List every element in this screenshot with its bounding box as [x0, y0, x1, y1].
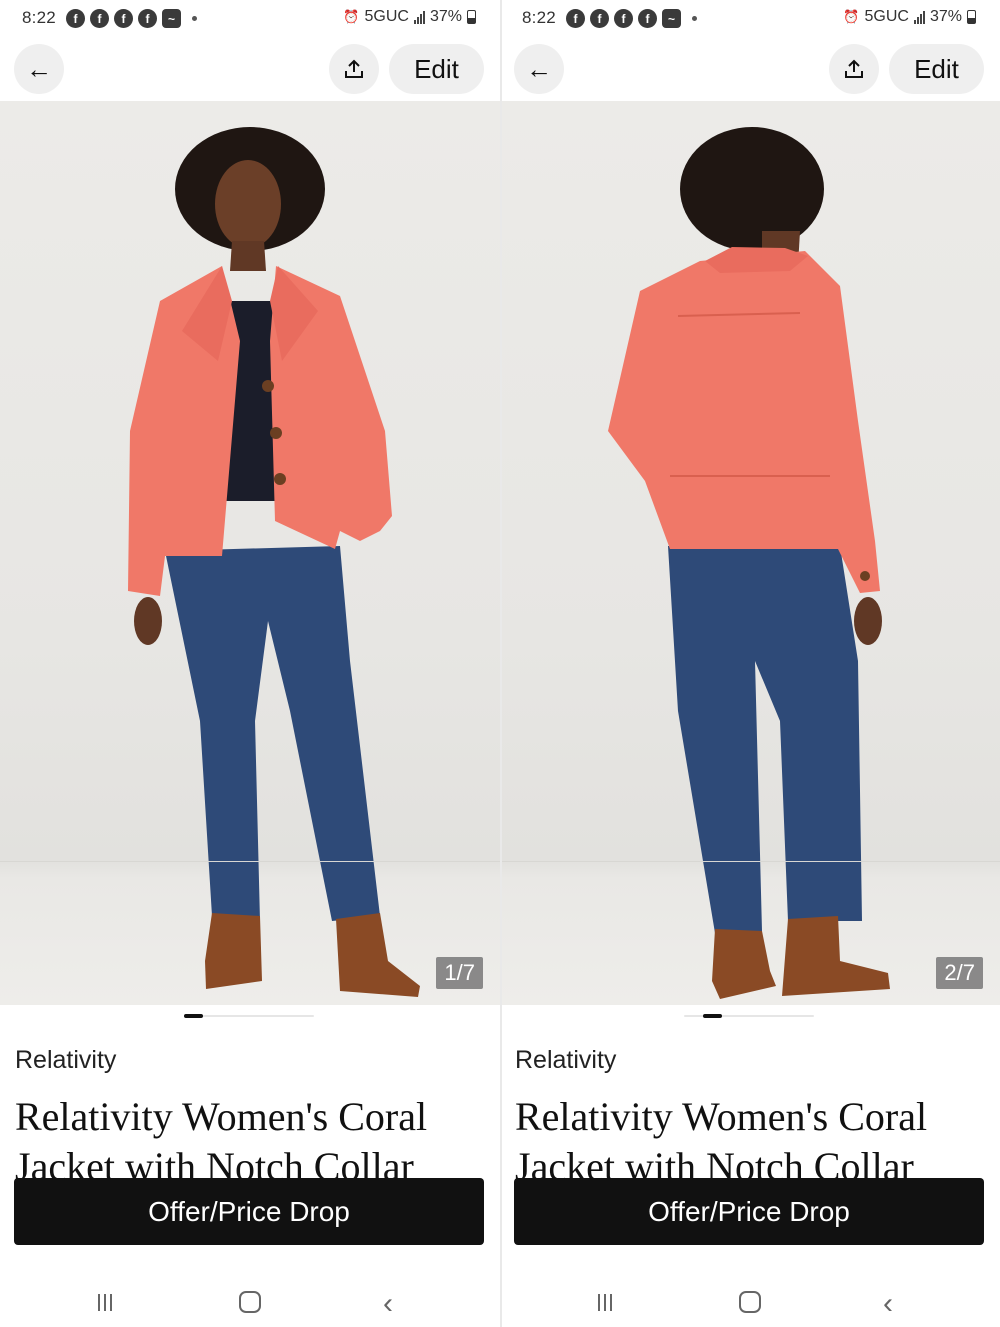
jeans — [165, 546, 380, 921]
brand-label[interactable]: Relativity — [515, 1046, 616, 1075]
boot-right — [336, 913, 420, 997]
brand-label[interactable]: Relativity — [15, 1046, 116, 1075]
facebook-icon: f — [614, 9, 633, 28]
facebook-icon: f — [114, 9, 133, 28]
jacket-button — [262, 380, 274, 392]
network-label: 5GUC — [864, 8, 909, 25]
page-indicator — [184, 1014, 314, 1018]
notification-icons: f f f f ~ — [566, 9, 697, 28]
status-bar: 8:22 f f f f ~ ⏰ 5GUC 37% — [0, 0, 500, 36]
jacket-back — [608, 251, 880, 593]
boot-right — [782, 916, 890, 996]
facebook-icon: f — [138, 9, 157, 28]
status-time: 8:22 — [22, 8, 56, 27]
cuff-button — [860, 571, 870, 581]
signal-icon — [413, 10, 425, 24]
product-photo[interactable]: 2/7 — [500, 101, 1000, 1005]
neck — [230, 241, 266, 271]
edit-button[interactable]: Edit — [889, 44, 984, 94]
facebook-icon: f — [566, 9, 585, 28]
boot-left — [712, 929, 776, 999]
facebook-icon: f — [590, 9, 609, 28]
hand-right — [854, 597, 882, 645]
status-time: 8:22 — [522, 8, 556, 27]
model-back-illustration — [608, 127, 890, 999]
nav-back-button[interactable]: ‹ — [883, 1287, 893, 1321]
alarm-icon: ⏰ — [343, 9, 360, 24]
app-notification-icon: ~ — [662, 9, 681, 28]
share-button[interactable] — [829, 44, 879, 94]
edit-button[interactable]: Edit — [389, 44, 484, 94]
battery-percent: 37% — [929, 8, 962, 25]
status-right: ⏰ 5GUC 37% — [843, 8, 976, 26]
offer-price-drop-button[interactable]: Offer/Price Drop — [14, 1178, 484, 1245]
product-photo[interactable]: 1/7 — [0, 101, 500, 1005]
page-indicator-track — [184, 1015, 314, 1017]
floor-line — [500, 861, 1000, 862]
android-nav-bar: ‹ — [500, 1270, 1000, 1327]
model-front-illustration — [128, 127, 420, 997]
nav-back-button[interactable]: ‹ — [383, 1287, 393, 1321]
app-notification-icon: ~ — [162, 9, 181, 28]
page-indicator — [684, 1014, 814, 1018]
facebook-icon: f — [90, 9, 109, 28]
share-upload-icon — [345, 59, 363, 78]
share-button[interactable] — [329, 44, 379, 94]
more-notifications-dot — [692, 16, 697, 21]
product-title: Relativity Women's Coral Jacket with Not… — [15, 1094, 428, 1180]
jacket-button — [274, 473, 286, 485]
hair — [680, 127, 824, 251]
share-upload-icon — [845, 59, 863, 78]
jacket-button — [270, 427, 282, 439]
image-counter: 2/7 — [936, 957, 983, 989]
battery-icon — [467, 10, 476, 24]
image-counter: 1/7 — [436, 957, 483, 989]
floor-line — [0, 861, 500, 862]
battery-percent: 37% — [429, 8, 462, 25]
facebook-icon: f — [638, 9, 657, 28]
notification-icons: f f f f ~ — [66, 9, 197, 28]
back-button[interactable]: ← — [14, 44, 64, 94]
back-button[interactable]: ← — [514, 44, 564, 94]
signal-icon — [913, 10, 925, 24]
alarm-icon: ⏰ — [843, 9, 860, 24]
more-notifications-dot — [192, 16, 197, 21]
facebook-icon: f — [66, 9, 85, 28]
offer-price-drop-button[interactable]: Offer/Price Drop — [514, 1178, 984, 1245]
android-nav-bar: ‹ — [0, 1270, 500, 1327]
battery-icon — [967, 10, 976, 24]
product-title: Relativity Women's Coral Jacket with Not… — [515, 1094, 928, 1180]
hand-left — [134, 597, 162, 645]
arrow-left-icon: ← — [526, 53, 552, 84]
product-screen-back: 8:22 f f f f ~ ⏰ 5GUC 37% ← Edit 2/7 Rel… — [500, 0, 1000, 1327]
status-right: ⏰ 5GUC 37% — [343, 8, 476, 26]
product-screen-front: 8:22 f f f f ~ ⏰ 5GUC 37% ← Edit 1/7 Rel… — [0, 0, 500, 1327]
home-button[interactable] — [239, 1291, 261, 1313]
face — [215, 160, 281, 248]
jeans — [668, 546, 862, 933]
page-indicator-thumb — [184, 1014, 203, 1018]
network-label: 5GUC — [364, 8, 409, 25]
page-indicator-thumb — [702, 1014, 722, 1018]
status-bar: 8:22 f f f f ~ ⏰ 5GUC 37% — [500, 0, 1000, 36]
boot-left — [205, 913, 262, 989]
home-button[interactable] — [739, 1291, 761, 1313]
recent-apps-button[interactable] — [98, 1294, 112, 1311]
arrow-left-icon: ← — [26, 53, 52, 84]
recent-apps-button[interactable] — [598, 1294, 612, 1311]
